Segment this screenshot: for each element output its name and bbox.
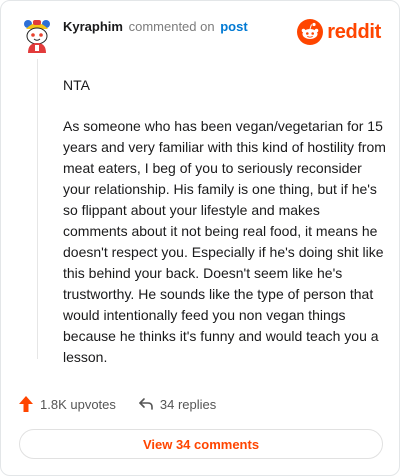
byline: Kyraphim commented on post bbox=[63, 19, 248, 35]
reply-arrow-icon bbox=[139, 398, 153, 410]
comment-paragraph: NTA bbox=[63, 77, 90, 93]
post-link[interactable]: post bbox=[220, 19, 247, 34]
comment-header: Kyraphim commented on post reddit bbox=[19, 15, 381, 55]
upvote-count: 1.8K upvotes bbox=[40, 396, 116, 412]
view-comments-button[interactable]: View 34 comments bbox=[19, 429, 383, 459]
avatar[interactable] bbox=[19, 17, 55, 53]
upvote-arrow-icon bbox=[19, 396, 33, 412]
byline-action-text: commented on bbox=[128, 19, 215, 34]
username-link[interactable]: Kyraphim bbox=[63, 19, 123, 34]
thread-line bbox=[37, 59, 38, 359]
comment-body: NTA As someone who has been vegan/vegeta… bbox=[63, 75, 387, 388]
reddit-snoo-icon bbox=[297, 19, 324, 45]
reddit-wordmark: reddit bbox=[327, 21, 381, 43]
comment-actions: 1.8K upvotes 34 replies bbox=[18, 393, 216, 415]
comment-paragraph: As someone who has been vegan/vegetarian… bbox=[63, 118, 386, 365]
comment-card: Kyraphim commented on post reddit NTA As… bbox=[0, 0, 400, 476]
replies-count: 34 replies bbox=[159, 396, 217, 412]
replies-button[interactable]: 34 replies bbox=[138, 397, 216, 412]
reddit-logo[interactable]: reddit bbox=[297, 19, 381, 45]
upvote-button[interactable]: 1.8K upvotes bbox=[18, 395, 116, 413]
